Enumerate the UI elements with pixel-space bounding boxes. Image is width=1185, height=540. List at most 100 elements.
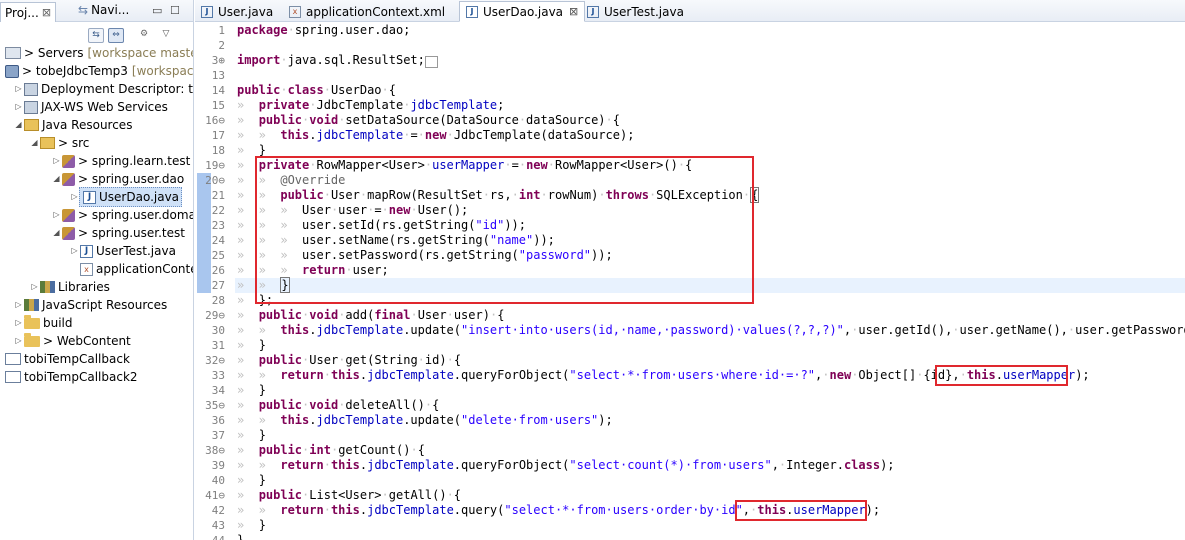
code-line[interactable]: » » } [237,277,290,293]
code-line[interactable]: » public·User·get(String·id)·{ [237,353,461,368]
tree-item-package[interactable]: ◢ > spring.user.dao [52,170,184,188]
chevron-right-icon[interactable]: ▷ [70,242,79,260]
chevron-right-icon[interactable]: ▷ [14,314,23,332]
code-line[interactable]: » » » user.setId(rs.getString("id")); [237,218,526,233]
chevron-right-icon[interactable]: ▷ [14,98,23,116]
code-line[interactable]: » » » User·user·=·new·User(); [237,203,468,218]
tree-item-package[interactable]: ▷ > spring.learn.test [52,152,190,170]
line-number: 36 [211,414,225,427]
code-line[interactable]: » » » user.setPassword(rs.getString("pas… [237,248,613,263]
chevron-right-icon[interactable]: ▷ [14,296,23,314]
code-line[interactable]: » } [237,518,266,533]
chevron-right-icon[interactable]: ▷ [70,188,79,206]
line-number: 37 [211,429,225,442]
source-folder-icon [40,137,55,149]
code-line[interactable]: » } [237,383,266,398]
code-line[interactable]: import·java.sql.ResultSet; [237,53,439,68]
line-number: 40 [211,474,225,487]
code-line[interactable]: » } [237,473,266,488]
chevron-right-icon[interactable]: ▷ [14,332,23,350]
tree-item-deployment-descriptor[interactable]: ▷ Deployment Descriptor: to [14,80,193,98]
close-icon[interactable]: ⊠ [42,6,51,19]
tree-item-servers[interactable]: > Servers [workspace master] [4,44,193,62]
line-number: 29⊖ [205,309,225,322]
tree-item-javascript-resources[interactable]: ▷ JavaScript Resources [14,296,167,314]
line-number: 31 [211,339,225,352]
project-explorer-panel: Proj... ⊠ ⇆ Navi... ▭ ☐ ⇆ ⇔ ⚙ ▽ > Server… [0,0,194,540]
tab-user-java[interactable]: J User.java [201,3,273,21]
code-line[interactable]: » » return·this.jdbcTemplate.queryForObj… [237,368,1090,383]
code-line[interactable]: » }; [237,293,273,308]
tree-item-project[interactable]: tobiTempCallback [4,350,130,368]
code-area[interactable]: 1 2 3⊕ 13 14 15 16⊖ 17 18 19⊖ 20⊖ 21 22 23 24 25 26 27 28 2… [195,23,1185,540]
tree-item-usertest-java[interactable]: ▷ J UserTest.java [70,242,176,260]
chevron-right-icon[interactable]: ▷ [14,80,23,98]
code-line[interactable]: » public·void·deleteAll()·{ [237,398,439,413]
code-line[interactable]: » » this.jdbcTemplate.update("insert·int… [237,323,1185,338]
code-line[interactable]: » private·RowMapper<User>·userMapper·=·n… [237,158,692,173]
chevron-right-icon[interactable]: ▷ [52,152,61,170]
tree-item-libraries[interactable]: ▷ Libraries [30,278,109,296]
tree-item-java-resources[interactable]: ◢ Java Resources [14,116,132,134]
line-number: 26 [211,264,225,277]
tree-item-label: UserTest.java [96,244,176,258]
code-line[interactable]: » » this.jdbcTemplate·=·new·JdbcTemplate… [237,128,634,143]
tree-item-build[interactable]: ▷ build [14,314,73,332]
code-line[interactable]: } [237,533,244,540]
chevron-down-icon[interactable]: ◢ [14,116,23,134]
tree-item-jax-ws[interactable]: ▷ JAX-WS Web Services [14,98,167,116]
tree-item-application-context[interactable]: x applicationContext. [79,260,193,278]
tab-project-explorer[interactable]: Proj... ⊠ [0,2,57,22]
tree-item-package[interactable]: ◢ > spring.user.test [52,224,185,242]
code-line[interactable]: » public·List<User>·getAll()·{ [237,488,461,503]
code-line[interactable]: » } [237,428,266,443]
editor-tab-bar: J User.java x applicationContext.xml J U… [195,0,1185,22]
view-menu-icon[interactable]: ▽ [158,28,174,43]
code-line[interactable]: » » » return·user; [237,263,389,278]
link-with-editor-icon[interactable]: ⇔ [108,28,124,43]
code-line[interactable]: » public·void·setDataSource(DataSource·d… [237,113,620,128]
tree-item-label: > spring.user.doma [78,208,194,222]
settings-icon[interactable]: ⚙ [136,28,152,43]
code-line[interactable]: » private·JdbcTemplate·jdbcTemplate; [237,98,504,113]
maximize-icon[interactable]: ☐ [170,4,180,17]
line-number: 17 [211,129,225,142]
code-line[interactable]: » » public·User·mapRow(ResultSet·rs,·int… [237,187,760,203]
code-line[interactable]: » » @Override [237,173,345,188]
package-icon [62,226,75,240]
line-number: 2 [218,39,225,52]
line-number: 33 [211,369,225,382]
code-line[interactable]: public·class·UserDao·{ [237,83,396,98]
chevron-right-icon[interactable]: ▷ [52,206,61,224]
code-line[interactable]: » » » user.setName(rs.getString("name"))… [237,233,555,248]
chevron-right-icon[interactable]: ▷ [30,278,39,296]
tab-application-context-xml[interactable]: x applicationContext.xml [289,3,445,21]
tree-item-src[interactable]: ◢ > src [30,134,89,152]
tree-item-webcontent[interactable]: ▷ > WebContent [14,332,131,350]
code-line[interactable]: » » this.jdbcTemplate.update("delete·fro… [237,413,613,428]
code-line[interactable]: package·spring.user.dao; [237,23,410,38]
minimize-icon[interactable]: ▭ [152,4,162,17]
tree-item-package[interactable]: ▷ > spring.user.doma [52,206,194,224]
close-icon[interactable]: ⊠ [569,5,578,18]
chevron-down-icon[interactable]: ◢ [52,170,61,188]
tab-label: User.java [218,5,274,19]
tab-navigator[interactable]: ⇆ Navi... [78,3,129,17]
selected-tree-item[interactable]: J UserDao.java [79,187,183,207]
java-file-icon: J [466,5,478,18]
tab-usertest-java[interactable]: J UserTest.java [587,3,684,21]
code-line[interactable]: » public·void·add(final·User·user)·{ [237,308,504,323]
chevron-down-icon[interactable]: ◢ [52,224,61,242]
code-line[interactable]: » public·int·getCount()·{ [237,443,425,458]
tree-item-project[interactable]: tobiTempCallback2 [4,368,138,386]
tab-userdao-java[interactable]: J UserDao.java ⊠ [459,1,586,22]
code-line[interactable]: » } [237,338,266,353]
code-line[interactable]: » » return·this.jdbcTemplate.queryForObj… [237,458,895,473]
chevron-down-icon[interactable]: ◢ [30,134,39,152]
collapse-all-icon[interactable]: ⇆ [88,28,104,43]
code-line[interactable]: » » return·this.jdbcTemplate.query("sele… [237,503,880,518]
code-line[interactable]: » } [237,143,266,158]
tree-item-project[interactable]: > tobeJdbcTemp3 [workspace [4,62,193,80]
line-number: 14 [211,84,225,97]
tree-item-userdao-java[interactable]: ▷ J UserDao.java [70,187,183,207]
